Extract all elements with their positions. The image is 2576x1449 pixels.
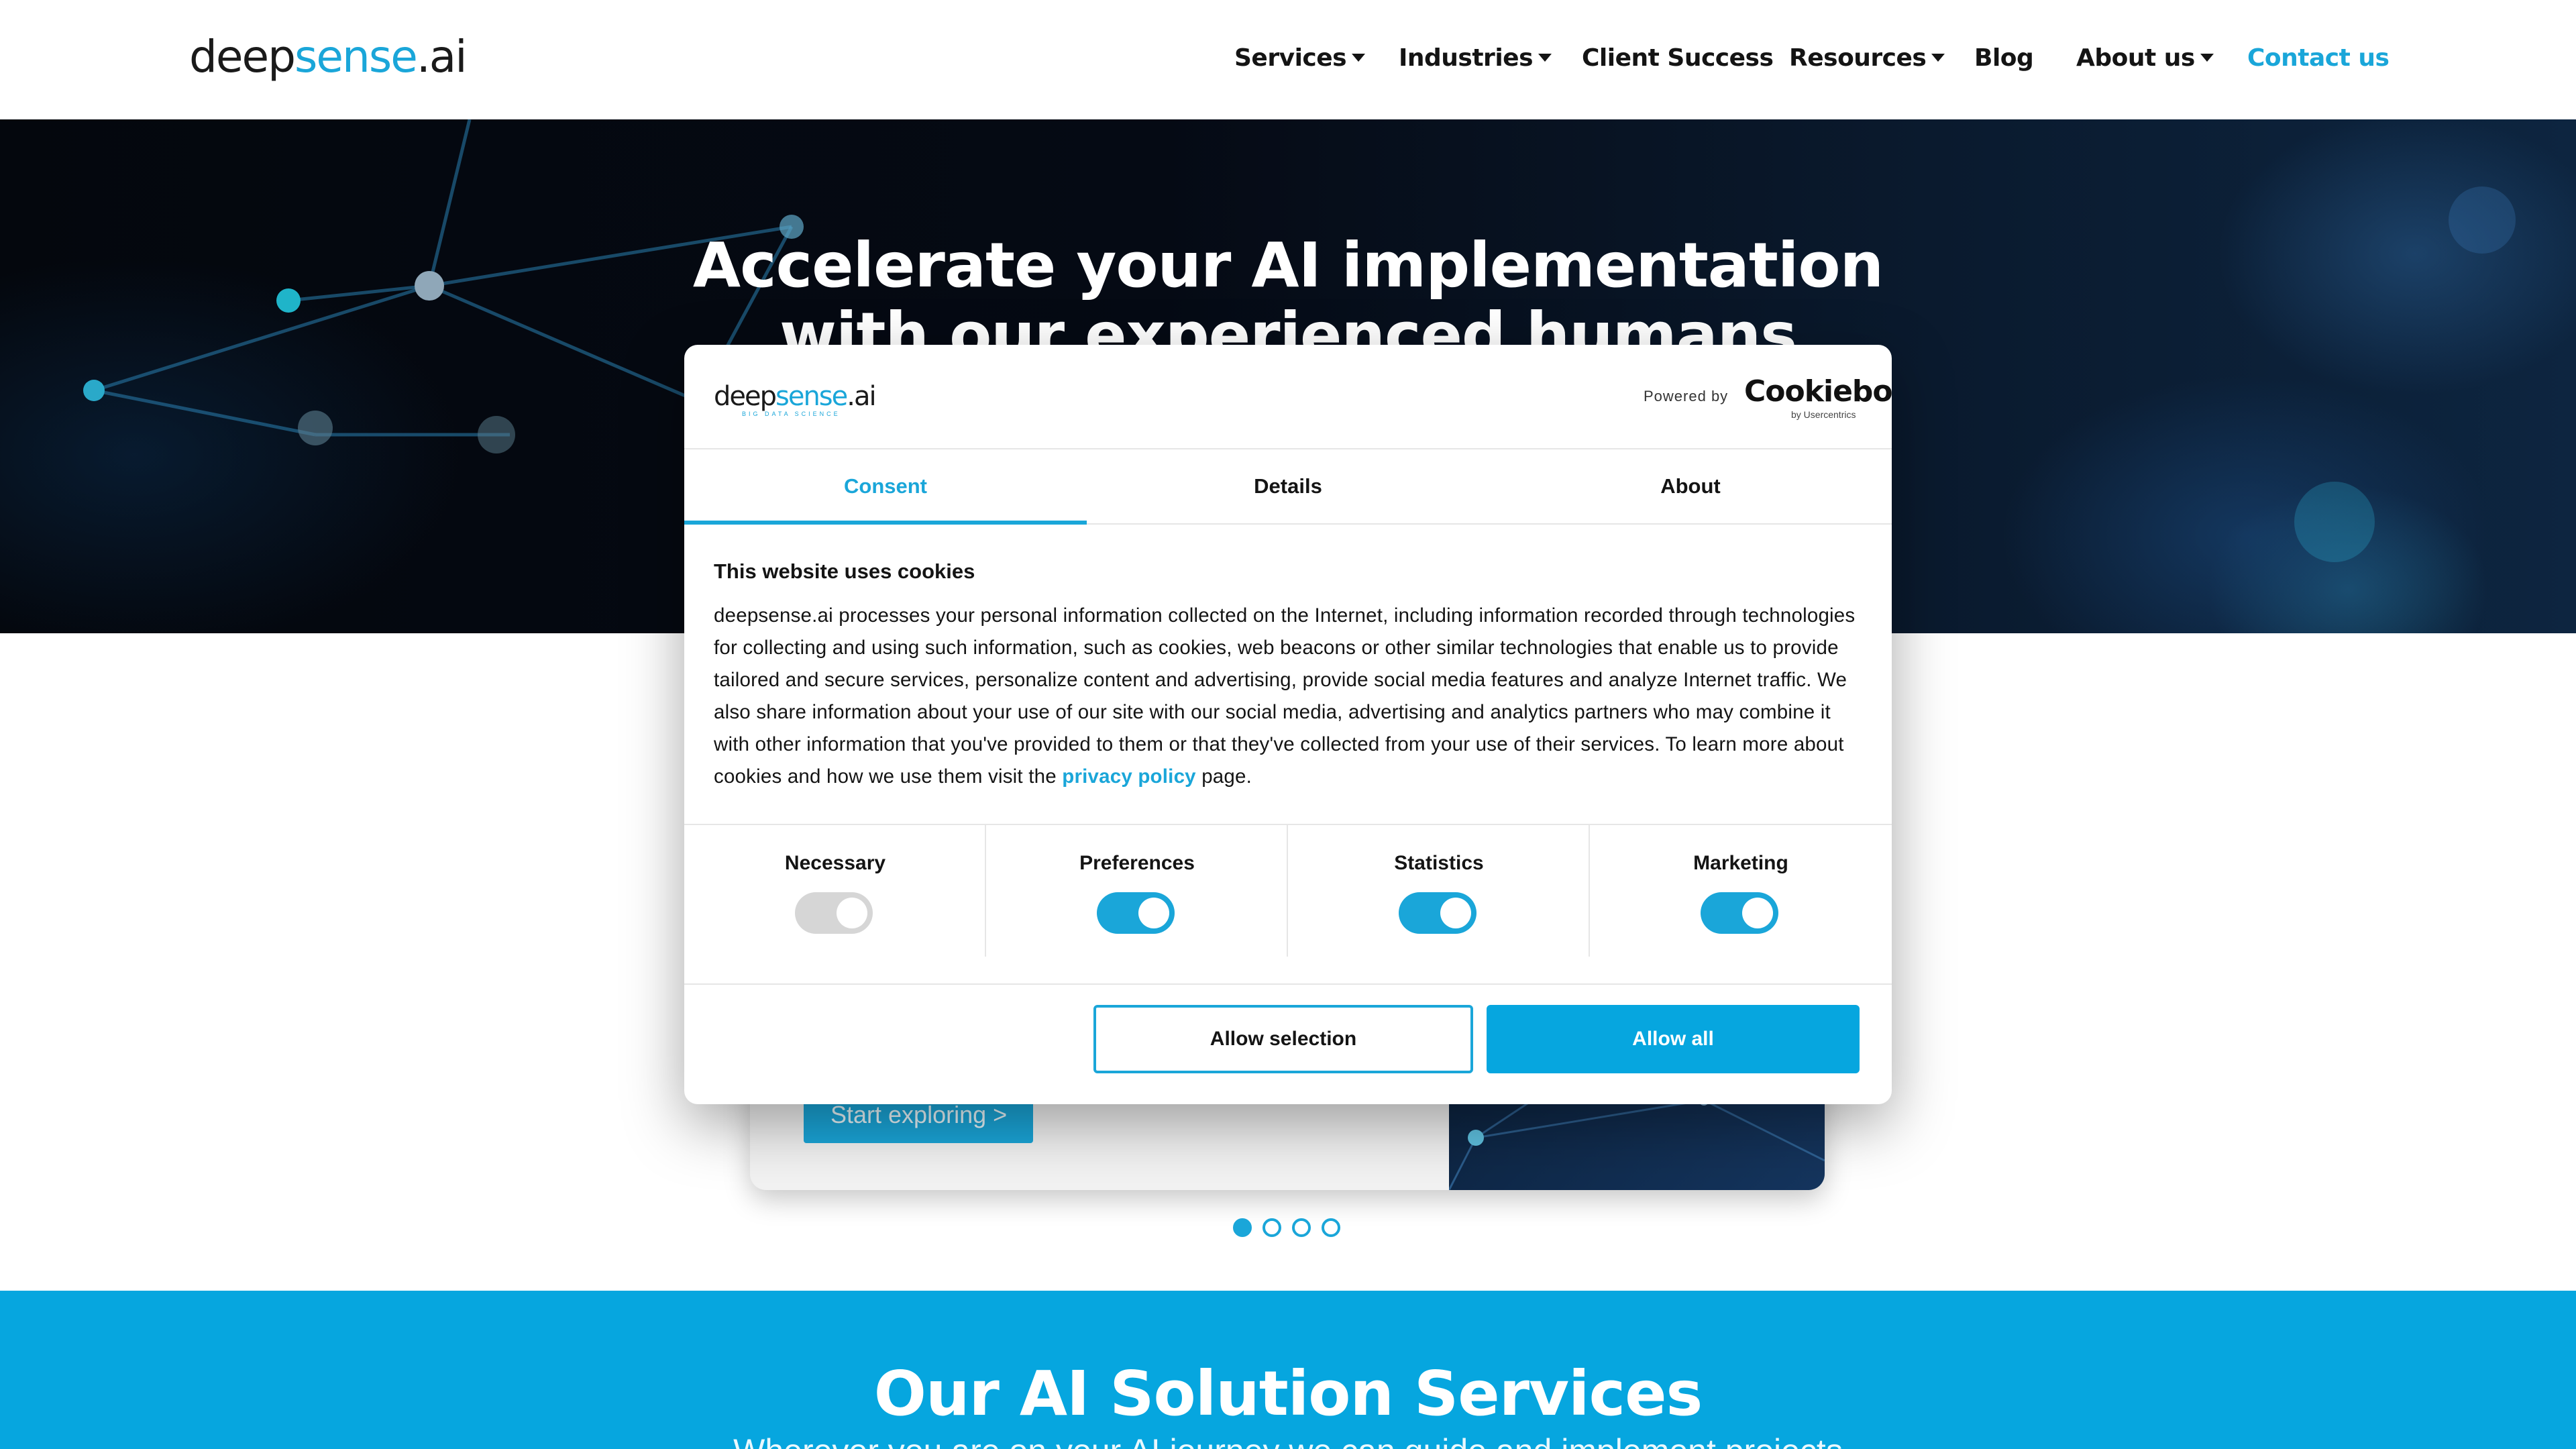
nav-item-resources[interactable]: Resources xyxy=(1789,44,1945,78)
toggle-knob xyxy=(837,898,867,928)
nav-item-blog[interactable]: Blog xyxy=(1974,44,2034,78)
category-label-marketing: Marketing xyxy=(1693,852,1788,874)
dialog-logo-sense: sense xyxy=(775,381,848,412)
nav-label-industries: Industries xyxy=(1399,44,1534,72)
preferences-toggle[interactable] xyxy=(1097,892,1175,934)
deepsense-logo[interactable]: deepsense.ai xyxy=(189,31,468,83)
toggle-knob xyxy=(1138,898,1169,928)
services-title: Our AI Solution Services xyxy=(873,1358,1703,1430)
network-node xyxy=(83,380,105,401)
carousel-dot-1[interactable] xyxy=(1233,1218,1252,1237)
dialog-body-end: page. xyxy=(1201,765,1252,788)
nav-label-about-us: About us xyxy=(2076,44,2195,72)
services-subtitle: Wherever you are on your AI journey we c… xyxy=(0,1432,2576,1449)
caret-down-icon xyxy=(1352,54,1366,62)
network-node xyxy=(478,416,515,453)
dialog-body-main: deepsense.ai processes your personal inf… xyxy=(714,604,1856,788)
category-label-preferences: Preferences xyxy=(1079,852,1195,874)
dialog-body-text: deepsense.ai processes your personal inf… xyxy=(714,600,1862,793)
services-section: Our AI Solution Services Wherever you ar… xyxy=(0,1291,2576,1449)
toggle-knob xyxy=(1742,898,1773,928)
network-node xyxy=(1468,1130,1484,1146)
powered-by-label: Powered by xyxy=(1644,388,1729,405)
carousel-dot-3[interactable] xyxy=(1292,1218,1311,1237)
logo-deep: deep xyxy=(189,31,296,83)
caret-down-icon xyxy=(1538,54,1552,62)
carousel-dot-4[interactable] xyxy=(1322,1218,1340,1237)
nav-label-services: Services xyxy=(1234,44,1347,72)
usercentrics-label: by Usercentrics xyxy=(1791,409,1856,420)
necessary-toggle xyxy=(795,892,873,934)
dialog-logo-deep: deep xyxy=(714,381,777,412)
category-statistics: Statistics xyxy=(1288,825,1590,957)
nav-label-resources: Resources xyxy=(1789,44,1927,72)
hero-title-line-1: Accelerate your AI implementation xyxy=(692,229,1884,301)
nav-label-contact-us: Contact us xyxy=(2247,44,2390,72)
dialog-logo: deepsense.ai xyxy=(714,381,877,412)
nav-item-client-success[interactable]: Client Success xyxy=(1582,44,1774,78)
category-marketing: Marketing xyxy=(1590,825,1892,957)
nav-label-client-success: Client Success xyxy=(1582,44,1774,72)
category-label-statistics: Statistics xyxy=(1394,852,1484,874)
tab-about[interactable]: About xyxy=(1489,449,1892,525)
allow-selection-button[interactable]: Allow selection xyxy=(1093,1005,1473,1073)
cookiebot-logo[interactable]: Cookiebot xyxy=(1744,374,1892,409)
nav-item-services[interactable]: Services xyxy=(1234,44,1366,78)
dialog-footer: Allow selection Allow all xyxy=(684,983,1892,1104)
dialog-logo-ai: .ai xyxy=(847,381,876,412)
tab-details[interactable]: Details xyxy=(1087,449,1489,525)
top-navigation: deepsense.ai Services Industries Client … xyxy=(0,0,2576,119)
cookie-consent-dialog: deepsense.ai BIG DATA SCIENCE Powered by… xyxy=(684,345,1892,1104)
cookie-categories: Necessary Preferences Statistics Marketi… xyxy=(684,824,1892,957)
nav-label-blog: Blog xyxy=(1974,44,2034,72)
dialog-heading: This website uses cookies xyxy=(714,559,975,583)
category-necessary: Necessary xyxy=(684,825,986,957)
caret-down-icon xyxy=(2200,54,2214,62)
nav-item-industries[interactable]: Industries xyxy=(1399,44,1552,78)
tab-consent[interactable]: Consent xyxy=(684,449,1087,525)
caret-down-icon xyxy=(1931,54,1945,62)
marketing-toggle[interactable] xyxy=(1701,892,1778,934)
network-node xyxy=(298,411,333,445)
logo-ai: .ai xyxy=(416,31,468,83)
carousel-dot-2[interactable] xyxy=(1263,1218,1281,1237)
privacy-policy-link[interactable]: privacy policy xyxy=(1062,765,1196,788)
dialog-tabs: Consent Details About xyxy=(684,448,1892,525)
network-node xyxy=(2294,482,2375,562)
allow-all-button[interactable]: Allow all xyxy=(1487,1005,1860,1073)
category-preferences: Preferences xyxy=(986,825,1288,957)
nav-item-about-us[interactable]: About us xyxy=(2076,44,2214,78)
nav-item-contact-us[interactable]: Contact us xyxy=(2247,44,2390,78)
toggle-knob xyxy=(1440,898,1471,928)
dialog-logo-tagline: BIG DATA SCIENCE xyxy=(742,411,841,417)
statistics-toggle[interactable] xyxy=(1399,892,1477,934)
category-label-necessary: Necessary xyxy=(784,852,886,874)
logo-sense: sense xyxy=(294,31,418,83)
